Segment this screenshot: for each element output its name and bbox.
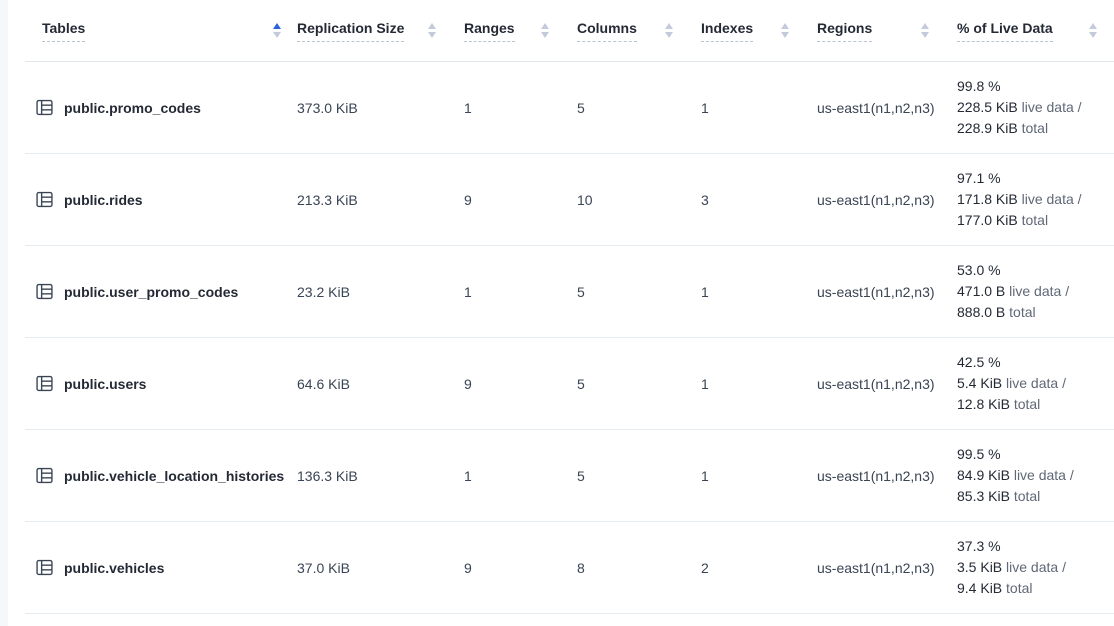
- table-name-link[interactable]: public.promo_codes: [64, 100, 201, 116]
- replication-size-cell: 373.0 KiB: [297, 100, 464, 116]
- table-name-link[interactable]: public.user_promo_codes: [64, 284, 238, 300]
- sort-icon[interactable]: [428, 23, 436, 38]
- ranges-cell: 9: [464, 192, 577, 208]
- live-data-cell: 53.0 % 471.0 B live data / 888.0 B total: [957, 260, 1103, 323]
- columns-cell: 5: [577, 100, 701, 116]
- regions-cell: us-east1(n1,n2,n3): [817, 192, 957, 208]
- columns-cell: 5: [577, 468, 701, 484]
- live-percent: 99.5 %: [957, 444, 1093, 465]
- column-header-indexes[interactable]: Indexes: [701, 20, 817, 42]
- table-header-row: Tables Replication Size Ranges Columns I…: [25, 0, 1114, 62]
- column-header-tables[interactable]: Tables: [25, 20, 297, 42]
- indexes-cell: 1: [701, 468, 817, 484]
- live-percent: 53.0 %: [957, 260, 1093, 281]
- live-percent: 99.8 %: [957, 76, 1093, 97]
- sort-icon[interactable]: [1089, 23, 1097, 38]
- ranges-cell: 1: [464, 284, 577, 300]
- table-row[interactable]: public.users 64.6 KiB 9 5 1 us-east1(n1,…: [25, 338, 1114, 430]
- regions-cell: us-east1(n1,n2,n3): [817, 100, 957, 116]
- indexes-cell: 2: [701, 560, 817, 576]
- sort-icon[interactable]: [781, 23, 789, 38]
- ranges-cell: 1: [464, 468, 577, 484]
- table-name-link[interactable]: public.rides: [64, 192, 143, 208]
- column-header-ranges[interactable]: Ranges: [464, 20, 577, 42]
- tables-panel: Tables Replication Size Ranges Columns I…: [8, 0, 1114, 626]
- table-icon: [36, 191, 53, 208]
- live-data-cell: 99.5 % 84.9 KiB live data / 85.3 KiB tot…: [957, 444, 1103, 507]
- indexes-cell: 3: [701, 192, 817, 208]
- table-name-link[interactable]: public.users: [64, 376, 146, 392]
- table-icon: [36, 99, 53, 116]
- live-data-cell: 42.5 % 5.4 KiB live data / 12.8 KiB tota…: [957, 352, 1103, 415]
- table-row[interactable]: public.vehicles 37.0 KiB 9 8 2 us-east1(…: [25, 522, 1114, 614]
- table-name-link[interactable]: public.vehicle_location_histories: [64, 468, 284, 484]
- indexes-cell: 1: [701, 100, 817, 116]
- regions-cell: us-east1(n1,n2,n3): [817, 284, 957, 300]
- regions-cell: us-east1(n1,n2,n3): [817, 468, 957, 484]
- column-header-replication-size[interactable]: Replication Size: [297, 20, 464, 42]
- table-row[interactable]: public.user_promo_codes 23.2 KiB 1 5 1 u…: [25, 246, 1114, 338]
- table-icon: [36, 559, 53, 576]
- live-percent: 97.1 %: [957, 168, 1093, 189]
- regions-cell: us-east1(n1,n2,n3): [817, 376, 957, 392]
- live-data-cell: 97.1 % 171.8 KiB live data / 177.0 KiB t…: [957, 168, 1103, 231]
- table-icon: [36, 467, 53, 484]
- indexes-cell: 1: [701, 284, 817, 300]
- column-header-regions[interactable]: Regions: [817, 20, 957, 42]
- regions-cell: us-east1(n1,n2,n3): [817, 560, 957, 576]
- table-row[interactable]: public.vehicle_location_histories 136.3 …: [25, 430, 1114, 522]
- sort-icon[interactable]: [541, 23, 549, 38]
- ranges-cell: 1: [464, 100, 577, 116]
- sort-icon[interactable]: [921, 23, 929, 38]
- columns-cell: 10: [577, 192, 701, 208]
- replication-size-cell: 37.0 KiB: [297, 560, 464, 576]
- column-header-columns[interactable]: Columns: [577, 20, 701, 42]
- table-name-link[interactable]: public.vehicles: [64, 560, 164, 576]
- replication-size-cell: 23.2 KiB: [297, 284, 464, 300]
- column-header-live-data[interactable]: % of Live Data: [957, 20, 1103, 42]
- live-data-cell: 99.8 % 228.5 KiB live data / 228.9 KiB t…: [957, 76, 1103, 139]
- live-percent: 42.5 %: [957, 352, 1093, 373]
- table-icon: [36, 375, 53, 392]
- columns-cell: 8: [577, 560, 701, 576]
- replication-size-cell: 213.3 KiB: [297, 192, 464, 208]
- ranges-cell: 9: [464, 376, 577, 392]
- table-icon: [36, 283, 53, 300]
- sort-icon[interactable]: [665, 23, 673, 38]
- indexes-cell: 1: [701, 376, 817, 392]
- ranges-cell: 9: [464, 560, 577, 576]
- live-data-cell: 37.3 % 3.5 KiB live data / 9.4 KiB total: [957, 536, 1103, 599]
- columns-cell: 5: [577, 284, 701, 300]
- table-row[interactable]: public.promo_codes 373.0 KiB 1 5 1 us-ea…: [25, 62, 1114, 154]
- replication-size-cell: 64.6 KiB: [297, 376, 464, 392]
- columns-cell: 5: [577, 376, 701, 392]
- sort-icon[interactable]: [273, 23, 281, 38]
- replication-size-cell: 136.3 KiB: [297, 468, 464, 484]
- table-row[interactable]: public.rides 213.3 KiB 9 10 3 us-east1(n…: [25, 154, 1114, 246]
- live-percent: 37.3 %: [957, 536, 1093, 557]
